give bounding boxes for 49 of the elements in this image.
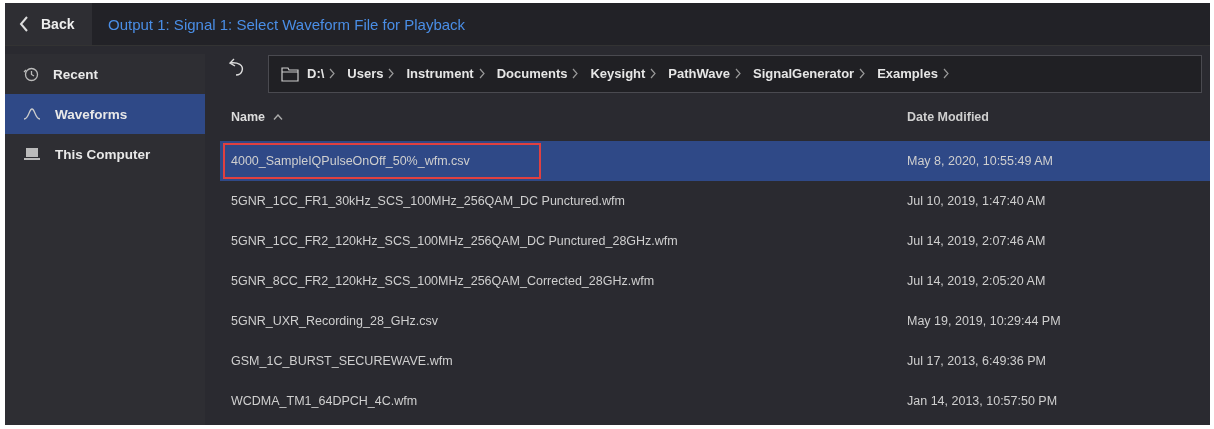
chevron-right-icon	[942, 68, 949, 79]
file-row[interactable]: 5GNR_8CC_FR2_120kHz_SCS_100MHz_256QAM_Corrected_28GHz.wfm Jul 14, 2019, 2:05:20 AM	[220, 261, 1210, 301]
file-date: Jul 17, 2013, 6:49:36 PM	[907, 354, 1046, 368]
chevron-right-icon	[388, 68, 395, 79]
page-title: Output 1: Signal 1: Select Waveform File for Playback	[108, 15, 466, 33]
file-name: GSM_1C_BURST_SECUREWAVE.wfm	[231, 354, 453, 368]
chevron-left-icon	[19, 16, 29, 32]
file-name: 5GNR_8CC_FR2_120kHz_SCS_100MHz_256QAM_Corrected_28GHz.wfm	[231, 274, 655, 288]
waveform-icon	[23, 108, 41, 120]
sidebar-item[interactable]: This Computer	[5, 134, 205, 174]
chevron-right-icon	[859, 68, 866, 79]
breadcrumb-link[interactable]: Keysight	[590, 66, 646, 81]
file-name: 5GNR_1CC_FR1_30kHz_SCS_100MHz_256QAM_DC Punctured.wfm	[231, 194, 625, 208]
file-name: WCDMA_TM1_64DPCH_4C.wfm	[231, 394, 418, 408]
file-row[interactable]: GSM_1C_BURST_SECUREWAVE.wfm Jul 17, 2013, 6:49:36 PM	[220, 341, 1210, 381]
file-date: Jul 14, 2019, 2:05:20 AM	[907, 274, 1046, 288]
chevron-right-icon	[478, 68, 485, 79]
file-date: May 8, 2020, 10:55:49 AM	[907, 154, 1053, 168]
folder-icon	[281, 65, 299, 82]
breadcrumb-link[interactable]: Documents	[496, 66, 568, 81]
laptop-icon	[23, 147, 41, 161]
chevron-right-icon	[572, 68, 579, 79]
file-row[interactable]: 5GNR_1CC_FR2_120kHz_SCS_100MHz_256QAM_DC Punctured_28GHz.wfm Jul 14, 2019, 2:07:46 AM	[220, 221, 1210, 261]
breadcrumb-link[interactable]: Users	[347, 66, 384, 81]
chevron-right-icon	[329, 68, 336, 79]
column-header[interactable]: Date Modified	[907, 110, 989, 124]
sidebar-item[interactable]: Recent	[5, 54, 205, 94]
file-date: Jul 10, 2019, 1:47:40 AM	[907, 194, 1046, 208]
file-row[interactable]: 5GNR_1CC_FR1_30kHz_SCS_100MHz_256QAM_DC Punctured.wfm Jul 10, 2019, 1:47:40 AM	[220, 181, 1210, 221]
breadcrumb-link[interactable]: D:\	[307, 66, 325, 81]
file-date: Jan 14, 2013, 10:57:50 PM	[907, 394, 1058, 408]
breadcrumb-link[interactable]: PathWave	[668, 66, 730, 81]
back-button[interactable]: Back	[5, 3, 92, 45]
file-date: Jul 14, 2019, 2:07:46 AM	[907, 234, 1046, 248]
breadcrumb-link[interactable]: SignalGenerator	[753, 66, 855, 81]
file-name: 4000_SampleIQPulseOnOff_50%_wfm.csv	[223, 143, 541, 179]
file-date: May 19, 2019, 10:29:44 PM	[907, 314, 1061, 328]
sidebar-item[interactable]: Waveforms	[5, 94, 205, 134]
file-name: 5GNR_1CC_FR2_120kHz_SCS_100MHz_256QAM_DC Punctured_28GHz.wfm	[231, 234, 678, 248]
file-row[interactable]: 4000_SampleIQPulseOnOff_50%_wfm.csv May 8, 2020, 10:55:49 AM	[220, 141, 1210, 181]
chevron-right-icon	[650, 68, 657, 79]
column-header[interactable]: Name	[231, 110, 266, 124]
file-name: 5GNR_UXR_Recording_28_GHz.csv	[231, 314, 439, 328]
breadcrumb-link[interactable]: Instrument	[406, 66, 474, 81]
file-row[interactable]: 5GNR_UXR_Recording_28_GHz.csv May 19, 2019, 10:29:44 PM	[220, 301, 1210, 341]
chevron-right-icon	[735, 68, 741, 79]
file-row[interactable]: WCDMA_TM1_64DPCH_4C.wfm Jan 14, 2013, 10:57:50 PM	[220, 381, 1210, 421]
breadcrumb-link[interactable]: Examples	[877, 66, 938, 81]
clock-icon	[23, 66, 39, 82]
